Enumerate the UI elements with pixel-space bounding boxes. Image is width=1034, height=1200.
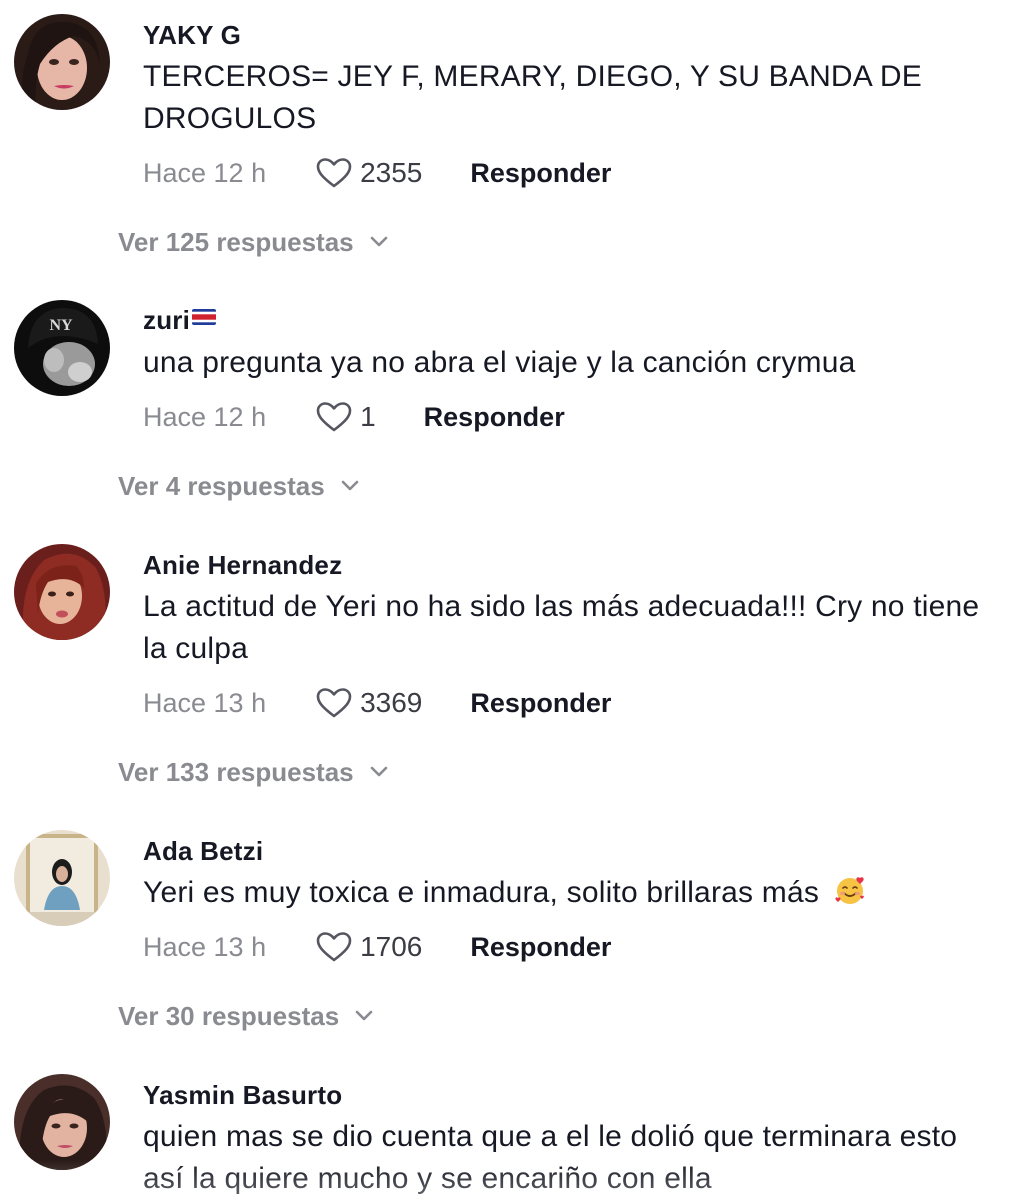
- comment-time: Hace 12 h: [143, 401, 267, 432]
- comment-text: TERCEROS= JEY F, MERARY, DIEGO, Y SU BAN…: [143, 60, 922, 135]
- view-replies-button[interactable]: Ver 133 respuestas: [118, 752, 388, 792]
- like-button[interactable]: 1706: [316, 931, 422, 963]
- comment-time: Hace 12 h: [143, 157, 267, 188]
- comment-list: YAKY G TERCEROS= JEY F, MERARY, DIEGO, Y…: [0, 0, 1034, 1200]
- avatar[interactable]: [14, 830, 110, 926]
- comment-text: quien mas se dio cuenta que a el le doli…: [143, 1120, 958, 1195]
- like-button[interactable]: 2355: [316, 157, 422, 189]
- view-replies-button[interactable]: Ver 4 respuestas: [118, 466, 359, 506]
- comment-text: Yeri es muy toxica e inmadura, solito br…: [143, 872, 1003, 914]
- comment-meta: Hace 13 h 3369 Responder: [143, 683, 611, 723]
- view-replies-label: Ver 133 respuestas: [118, 756, 354, 787]
- like-count: 3369: [360, 687, 423, 718]
- svg-text:NY: NY: [49, 317, 73, 334]
- avatar[interactable]: [14, 1074, 110, 1170]
- view-replies-label: Ver 4 respuestas: [118, 470, 325, 501]
- reply-button[interactable]: Responder: [470, 932, 611, 963]
- comment-meta: Hace 13 h 1706 Responder: [143, 927, 611, 967]
- comment-time: Hace 13 h: [143, 931, 267, 962]
- smiling-face-with-hearts-emoji-icon: [835, 877, 864, 904]
- like-count: 1706: [360, 931, 423, 962]
- avatar[interactable]: [14, 14, 110, 110]
- comment-text: La actitud de Yeri no ha sido las más ad…: [143, 590, 980, 665]
- view-replies-button[interactable]: Ver 125 respuestas: [118, 222, 388, 262]
- comment-meta: Hace 12 h 1 Responder: [143, 397, 565, 437]
- view-replies-label: Ver 30 respuestas: [118, 1000, 340, 1031]
- like-count: 2355: [360, 157, 423, 188]
- comment-username[interactable]: Yasmin Basurto: [143, 1080, 342, 1111]
- comment-meta: Hace 12 h 2355 Responder: [143, 153, 611, 193]
- reply-button[interactable]: Responder: [424, 402, 565, 433]
- chevron-down-icon: [370, 766, 387, 777]
- chevron-down-icon: [355, 1010, 373, 1021]
- comment-username[interactable]: zuri: [143, 305, 217, 336]
- heart-outline-icon: [316, 158, 352, 188]
- costa-rica-flag-icon: [192, 309, 217, 325]
- reply-button[interactable]: Responder: [470, 158, 611, 189]
- view-replies-button[interactable]: Ver 30 respuestas: [118, 996, 373, 1036]
- avatar[interactable]: [14, 544, 110, 640]
- heart-outline-icon: [316, 402, 352, 432]
- comment-text: una pregunta ya no abra el viaje y la ca…: [143, 346, 856, 379]
- chevron-down-icon: [341, 480, 359, 491]
- like-button[interactable]: 1: [316, 401, 376, 433]
- comment-text-body: Yeri es muy toxica e inmadura, solito br…: [143, 876, 820, 909]
- comment-username[interactable]: Anie Hernandez: [143, 550, 342, 581]
- like-count: 1: [360, 401, 376, 432]
- comment-username[interactable]: YAKY G: [143, 20, 241, 51]
- comment-username[interactable]: Ada Betzi: [143, 836, 263, 867]
- chevron-down-icon: [370, 236, 387, 247]
- like-button[interactable]: 3369: [316, 687, 422, 719]
- view-replies-label: Ver 125 respuestas: [118, 226, 354, 257]
- username-text: zuri: [143, 305, 191, 335]
- comment-time: Hace 13 h: [143, 687, 267, 718]
- reply-button[interactable]: Responder: [470, 688, 611, 719]
- heart-outline-icon: [316, 688, 352, 718]
- avatar[interactable]: NY: [14, 300, 110, 396]
- heart-outline-icon: [316, 932, 352, 962]
